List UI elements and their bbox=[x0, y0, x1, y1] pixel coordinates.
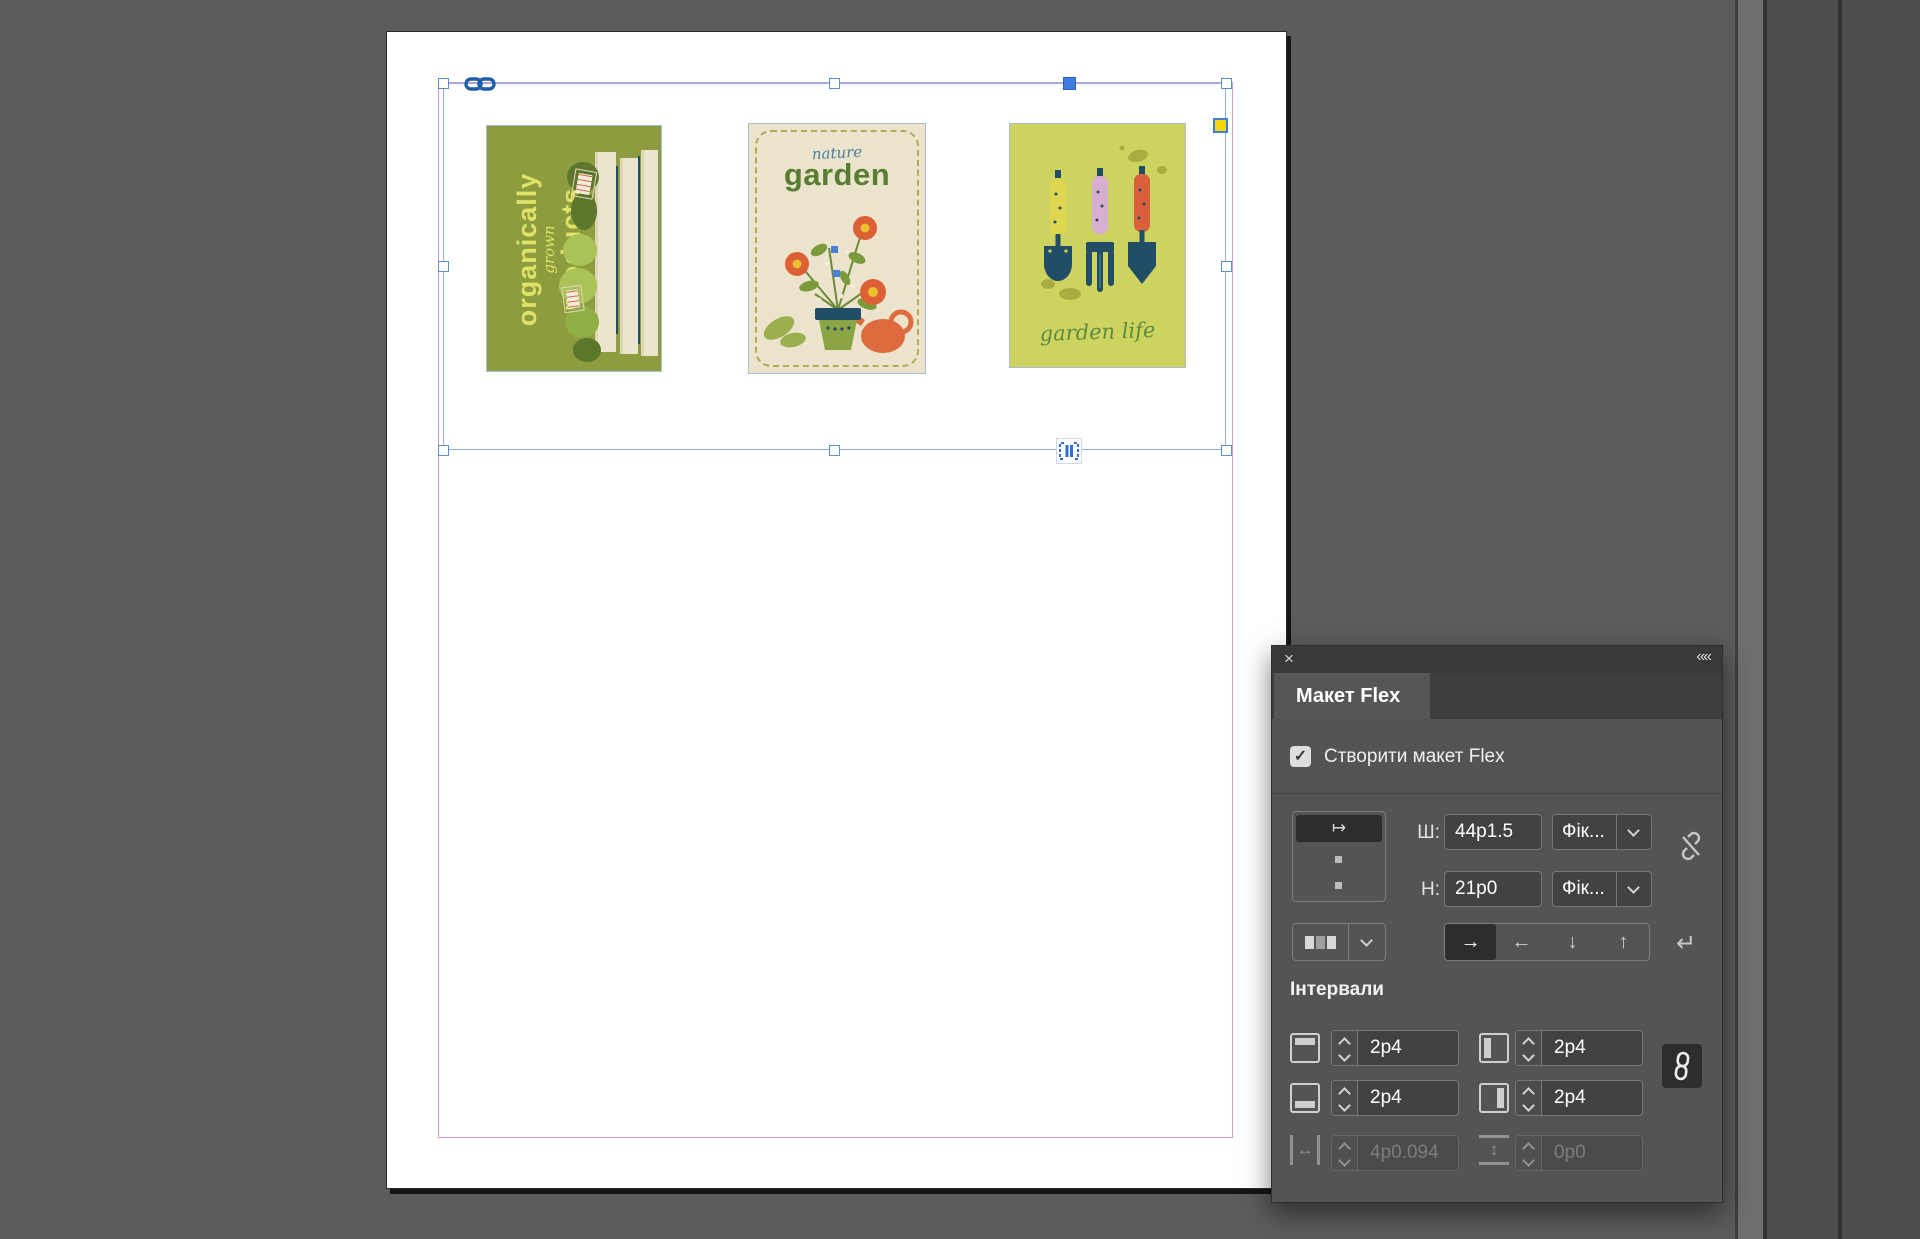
padding-bottom-value[interactable]: 2p4 bbox=[1358, 1081, 1458, 1115]
selection-handle-top-left[interactable] bbox=[438, 78, 449, 89]
width-input[interactable] bbox=[1444, 814, 1542, 850]
selection-handle-bottom-left[interactable] bbox=[438, 445, 449, 456]
padding-right-icon bbox=[1479, 1083, 1509, 1113]
padding-left-value[interactable]: 2p4 bbox=[1542, 1031, 1642, 1065]
selection-handle-mid-left[interactable] bbox=[438, 261, 449, 272]
selection-handle-mid-right[interactable] bbox=[1221, 261, 1232, 272]
spacing-section-title: Інтервали bbox=[1290, 979, 1384, 1000]
width-unit-value: Фік... bbox=[1562, 821, 1605, 842]
vertical-gap-icon: ↕ bbox=[1479, 1135, 1509, 1165]
create-flex-layout-checkbox[interactable]: ✓ bbox=[1290, 746, 1311, 767]
wrap-mode-button[interactable] bbox=[1292, 923, 1386, 961]
close-icon[interactable]: × bbox=[1284, 649, 1294, 669]
horizontal-gap-field: 4p0.094 bbox=[1331, 1135, 1459, 1171]
flow-direction-segmented-control: → ← ↓ ↑ bbox=[1444, 923, 1650, 961]
collapse-panel-icon[interactable]: «« bbox=[1696, 648, 1712, 666]
selection-handle-top-right[interactable] bbox=[1221, 78, 1232, 89]
application-workspace: organically grown products nature garden bbox=[0, 0, 1920, 1239]
link-spacing-values-button[interactable] bbox=[1662, 1044, 1702, 1088]
corner-radius-handle[interactable] bbox=[1213, 118, 1228, 133]
chevron-down-icon[interactable] bbox=[1616, 815, 1651, 849]
flex-layout-panel: × «« Макет Flex ✓ Створити макет Flex ↦ … bbox=[1271, 645, 1723, 1203]
padding-bottom-icon bbox=[1290, 1083, 1320, 1113]
flow-preview-widget[interactable]: ↦ bbox=[1292, 811, 1386, 902]
height-input[interactable] bbox=[1444, 871, 1542, 907]
panel-tab-strip: Макет Flex bbox=[1272, 673, 1722, 719]
flex-spacing-handle[interactable] bbox=[1063, 77, 1076, 90]
padding-bottom-field: 2p4 bbox=[1331, 1080, 1459, 1116]
padding-right-field: 2p4 bbox=[1515, 1080, 1643, 1116]
height-label: Н: bbox=[1421, 879, 1440, 900]
flex-layout-badge[interactable] bbox=[1056, 438, 1082, 464]
padding-left-field: 2p4 bbox=[1515, 1030, 1643, 1066]
padding-top-icon bbox=[1290, 1033, 1320, 1063]
flow-item-dot bbox=[1335, 882, 1342, 889]
divider bbox=[1272, 793, 1722, 794]
stepper[interactable] bbox=[1516, 1031, 1542, 1065]
stepper[interactable] bbox=[1332, 1031, 1358, 1065]
width-label: Ш: bbox=[1417, 822, 1440, 843]
stepper[interactable] bbox=[1332, 1081, 1358, 1115]
chevron-down-icon[interactable] bbox=[1349, 924, 1385, 960]
stepper bbox=[1516, 1136, 1542, 1170]
panel-header: × «« bbox=[1272, 646, 1722, 673]
panel-dock-column[interactable] bbox=[1842, 0, 1920, 1239]
stepper[interactable] bbox=[1516, 1081, 1542, 1115]
linked-frame-chain-icon[interactable] bbox=[464, 75, 496, 93]
document-page[interactable]: organically grown products nature garden bbox=[386, 31, 1287, 1189]
vertical-gap-value: 0p0 bbox=[1554, 1142, 1586, 1163]
horizontal-gap-icon: ↔ bbox=[1290, 1135, 1320, 1165]
height-unit-value: Фік... bbox=[1562, 878, 1605, 899]
wrap-pattern-icon bbox=[1293, 924, 1349, 960]
direction-up-button[interactable]: ↑ bbox=[1598, 924, 1649, 960]
selection-frame[interactable] bbox=[438, 77, 1232, 464]
dock-scrollbar-track[interactable] bbox=[1738, 0, 1763, 1239]
selection-handle-top-center[interactable] bbox=[829, 78, 840, 89]
flow-item-dot bbox=[1335, 856, 1342, 863]
return-flow-icon[interactable]: ↵ bbox=[1676, 929, 1696, 958]
panel-dock-column[interactable] bbox=[1767, 0, 1838, 1239]
create-flex-layout-label: Створити макет Flex bbox=[1324, 746, 1505, 767]
height-unit-select[interactable]: Фік... bbox=[1552, 871, 1652, 907]
stepper bbox=[1332, 1136, 1358, 1170]
selection-handle-bottom-right[interactable] bbox=[1221, 445, 1232, 456]
vertical-gap-field: 0p0 bbox=[1515, 1135, 1643, 1171]
unlink-dimensions-icon[interactable] bbox=[1676, 830, 1706, 862]
padding-left-icon bbox=[1479, 1033, 1509, 1063]
direction-left-button[interactable]: ← bbox=[1496, 924, 1547, 960]
padding-right-value[interactable]: 2p4 bbox=[1542, 1081, 1642, 1115]
padding-top-value[interactable]: 2p4 bbox=[1358, 1031, 1458, 1065]
horizontal-gap-value: 4p0.094 bbox=[1370, 1142, 1439, 1163]
direction-down-button[interactable]: ↓ bbox=[1547, 924, 1598, 960]
chevron-down-icon[interactable] bbox=[1616, 872, 1651, 906]
flow-direction-row: ↦ bbox=[1296, 815, 1382, 842]
width-unit-select[interactable]: Фік... bbox=[1552, 814, 1652, 850]
direction-right-button[interactable]: → bbox=[1445, 924, 1496, 960]
padding-top-field: 2p4 bbox=[1331, 1030, 1459, 1066]
selection-handle-bottom-center[interactable] bbox=[829, 445, 840, 456]
tab-flex-layout[interactable]: Макет Flex bbox=[1274, 673, 1430, 719]
